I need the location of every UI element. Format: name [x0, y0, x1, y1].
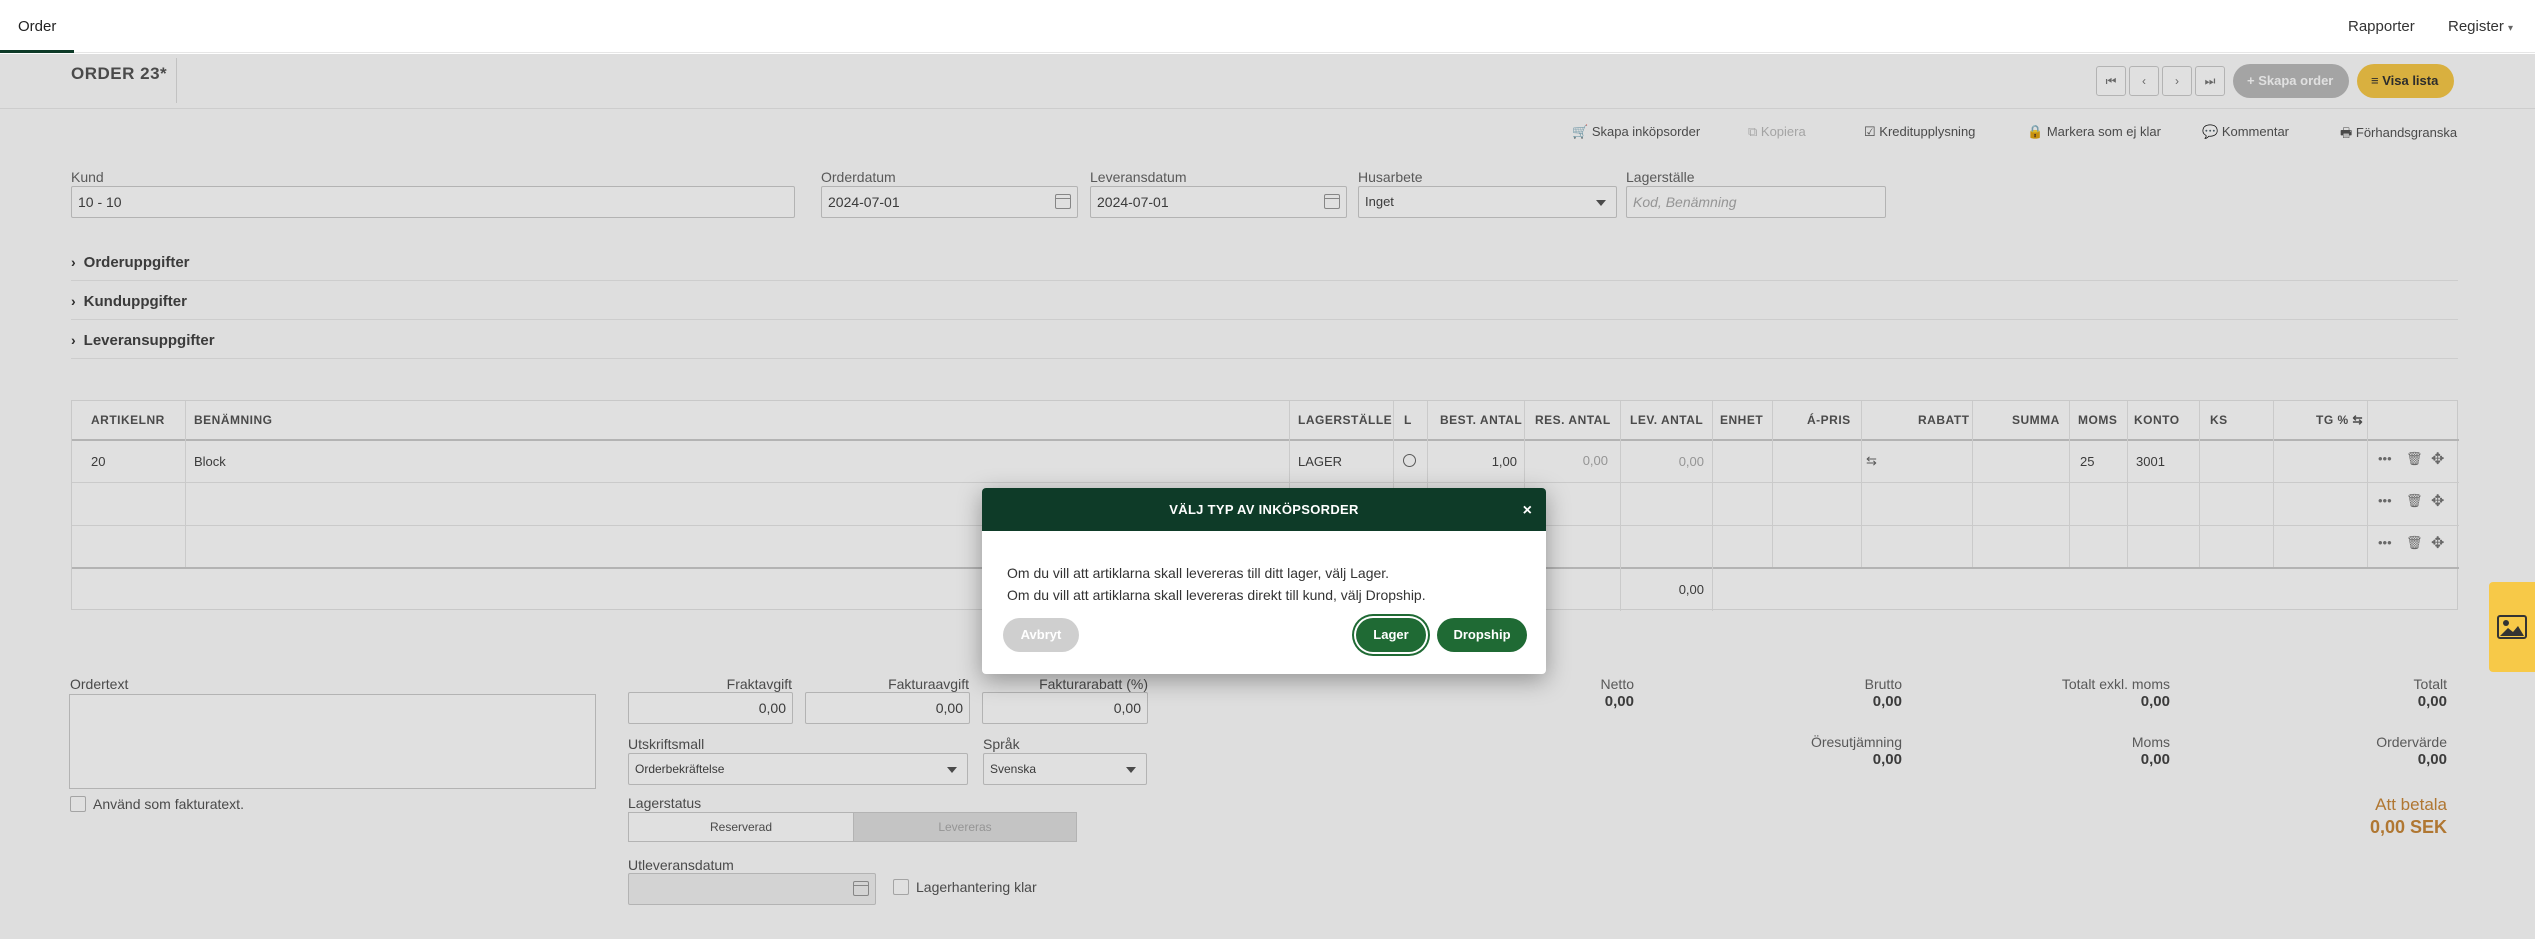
register-label: Register: [2448, 18, 2504, 35]
avbryt-button[interactable]: Avbryt: [1003, 618, 1079, 652]
lager-button[interactable]: Lager: [1356, 618, 1426, 652]
dialog-message-line: Om du vill att artiklarna skall leverera…: [1007, 587, 1426, 603]
dialog-message-line: Om du vill att artiklarna skall leverera…: [1007, 565, 1390, 581]
chevron-down-icon: ▾: [2508, 23, 2514, 34]
top-bar: [0, 0, 2535, 53]
dropship-button[interactable]: Dropship: [1437, 618, 1527, 652]
image-icon: [2497, 615, 2527, 639]
inkopsorder-type-dialog: VÄLJ TYP AV INKÖPSORDER × Om du vill att…: [982, 488, 1546, 674]
tab-order[interactable]: Order: [0, 0, 75, 53]
image-feedback-tab[interactable]: [2489, 582, 2535, 672]
rapporter-link[interactable]: Rapporter: [2348, 0, 2415, 53]
register-menu[interactable]: Register ▾: [2448, 0, 2513, 53]
close-icon[interactable]: ×: [1523, 488, 1532, 533]
dialog-message: Om du vill att artiklarna skall leverera…: [1007, 562, 1426, 606]
dialog-title: VÄLJ TYP AV INKÖPSORDER: [982, 488, 1546, 531]
